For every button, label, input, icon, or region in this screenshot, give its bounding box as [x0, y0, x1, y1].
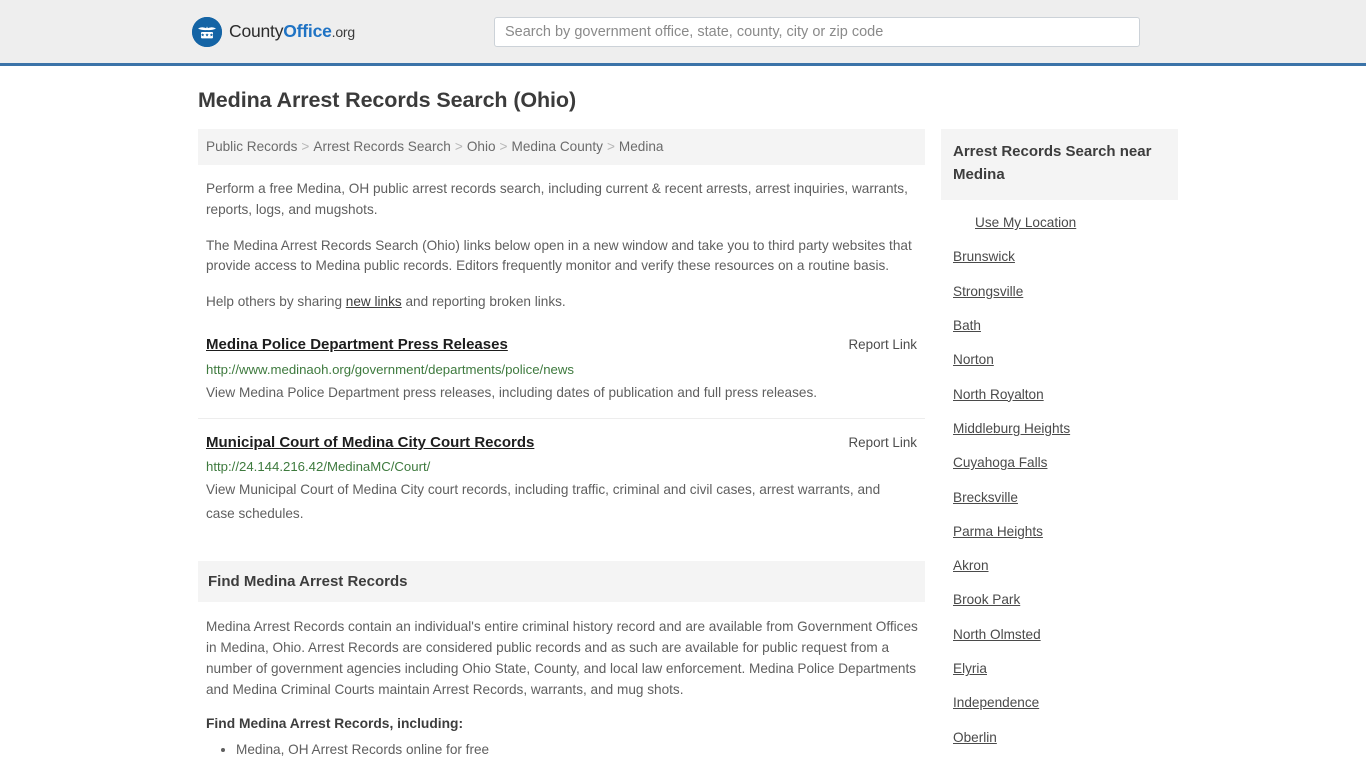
report-link-button[interactable]: Report Link: [849, 435, 917, 450]
list-item: Medina, OH Arrest Records online for fre…: [236, 739, 925, 761]
sidebar-item-oberlin[interactable]: Oberlin: [941, 721, 1178, 755]
sidebar-heading: Arrest Records Search near Medina: [941, 129, 1178, 200]
sidebar: Arrest Records Search near Medina Use My…: [941, 129, 1178, 763]
logo-text-org: .org: [331, 23, 356, 40]
results-list: Medina Police Department Press Releases …: [198, 335, 925, 539]
intro-paragraph-2: The Medina Arrest Records Search (Ohio) …: [206, 237, 912, 274]
result-description: View Municipal Court of Medina City cour…: [206, 482, 881, 521]
section-body-text: Medina Arrest Records contain an individ…: [206, 619, 918, 698]
result-url[interactable]: http://www.medinaoh.org/government/depar…: [206, 361, 917, 378]
sidebar-links-list: Use My Location Brunswick Strongsville B…: [941, 206, 1178, 755]
breadcrumb-separator: >: [499, 139, 508, 154]
site-logo[interactable]: CountyOffice.org: [192, 16, 356, 47]
site-header: CountyOffice.org: [0, 0, 1366, 66]
sidebar-item-brecksville[interactable]: Brecksville: [941, 481, 1178, 515]
sidebar-item-akron[interactable]: Akron: [941, 549, 1178, 583]
result-url[interactable]: http://24.144.216.42/MedinaMC/Court/: [206, 458, 917, 475]
breadcrumb-separator: >: [606, 139, 615, 154]
result-title-link[interactable]: Medina Police Department Press Releases: [206, 335, 508, 355]
sidebar-item-north-olmsted[interactable]: North Olmsted: [941, 618, 1178, 652]
result-item: Medina Police Department Press Releases …: [198, 335, 925, 420]
intro-paragraph-1: Perform a free Medina, OH public arrest …: [206, 180, 908, 217]
breadcrumb-item-public-records[interactable]: Public Records: [206, 139, 297, 154]
page-container: Medina Arrest Records Search (Ohio) Publ…: [0, 66, 1366, 763]
report-link-button[interactable]: Report Link: [849, 337, 917, 352]
breadcrumb: Public Records > Arrest Records Search > Ohi…: [198, 129, 925, 165]
sidebar-item-strongsville[interactable]: Strongsville: [941, 275, 1178, 309]
result-item: Municipal Court of Medina City Court Rec…: [198, 433, 925, 539]
logo-text-office: Office: [283, 20, 332, 41]
breadcrumb-item-ohio[interactable]: Ohio: [467, 139, 496, 154]
main-column: Public Records > Arrest Records Search > Ohi…: [198, 129, 925, 763]
search-input[interactable]: [494, 17, 1140, 47]
page-title: Medina Arrest Records Search (Ohio): [198, 88, 577, 112]
breadcrumb-item-arrest-records-search[interactable]: Arrest Records Search: [313, 139, 451, 154]
logo-text-county: County: [229, 20, 284, 41]
sidebar-item-brook-park[interactable]: Brook Park: [941, 583, 1178, 617]
sidebar-item-independence[interactable]: Independence: [941, 686, 1178, 720]
sidebar-item-bath[interactable]: Bath: [941, 309, 1178, 343]
sidebar-item-parma-heights[interactable]: Parma Heights: [941, 515, 1178, 549]
sidebar-item-elyria[interactable]: Elyria: [941, 652, 1178, 686]
result-header: Municipal Court of Medina City Court Rec…: [206, 433, 917, 453]
breadcrumb-separator: >: [301, 139, 310, 154]
sidebar-item-use-my-location[interactable]: Use My Location: [941, 206, 1178, 240]
sidebar-item-norton[interactable]: Norton: [941, 343, 1178, 377]
sidebar-item-north-royalton[interactable]: North Royalton: [941, 378, 1178, 412]
intro-text-before-link: Help others by sharing: [206, 294, 346, 310]
intro-paragraph-3: Help others by sharing new links and rep…: [206, 292, 918, 313]
content-columns: Public Records > Arrest Records Search > Ohi…: [198, 129, 1366, 763]
result-header: Medina Police Department Press Releases …: [206, 335, 917, 355]
section-subheading: Find Medina Arrest Records, including:: [206, 716, 464, 732]
sidebar-item-brunswick[interactable]: Brunswick: [941, 240, 1178, 274]
eagle-shield-logo-icon: [192, 16, 222, 47]
section-bullet-list: Medina, OH Arrest Records online for fre…: [198, 739, 925, 761]
site-logo-text: CountyOffice.org: [229, 20, 356, 41]
sidebar-item-cuyahoga-falls[interactable]: Cuyahoga Falls: [941, 446, 1178, 480]
result-description: View Medina Police Department press rele…: [206, 384, 818, 400]
new-links-link[interactable]: new links: [346, 294, 402, 309]
breadcrumb-separator: >: [454, 139, 463, 154]
section-heading-find-records: Find Medina Arrest Records: [198, 561, 925, 603]
breadcrumb-item-medina-county[interactable]: Medina County: [512, 139, 603, 154]
breadcrumb-item-medina[interactable]: Medina: [619, 139, 664, 154]
sidebar-item-middleburg-heights[interactable]: Middleburg Heights: [941, 412, 1178, 446]
intro-text-after-link: and reporting broken links.: [401, 294, 566, 310]
result-title-link[interactable]: Municipal Court of Medina City Court Rec…: [206, 433, 534, 453]
